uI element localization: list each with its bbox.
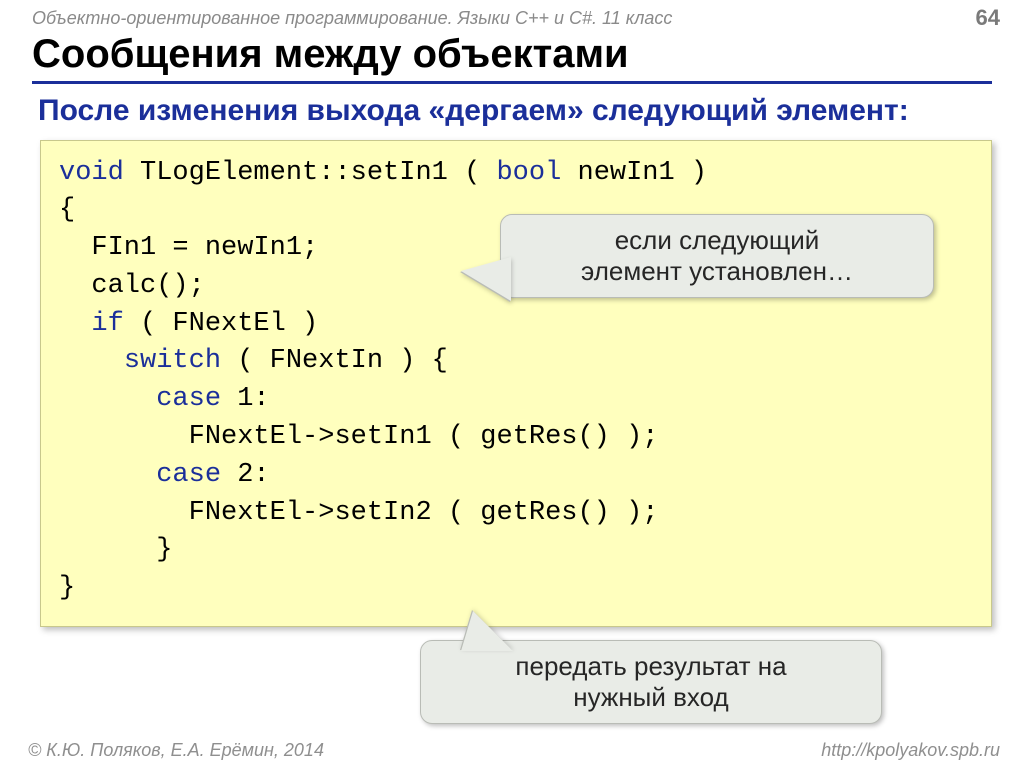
- code-indent: [59, 460, 156, 490]
- page-number: 64: [976, 5, 1000, 31]
- code-line: FNextEl->setIn1 ( getRes() );: [59, 422, 659, 452]
- footer-bar: © К.Ю. Поляков, Е.А. Ерёмин, 2014 http:/…: [0, 740, 1024, 761]
- slide-subtitle: После изменения выхода «дергаем» следующ…: [38, 92, 992, 130]
- code-box: void TLogElement::setIn1 ( bool newIn1 )…: [40, 140, 992, 628]
- callout-line: элемент установлен…: [581, 256, 853, 286]
- code-text: 1:: [221, 384, 270, 414]
- code-text: TLogElement::setIn1 (: [124, 158, 497, 188]
- callout-line: передать результат на: [515, 651, 786, 681]
- keyword-bool: bool: [496, 158, 561, 188]
- code-line: FNextEl->setIn2 ( getRes() );: [59, 498, 659, 528]
- code-indent: [59, 384, 156, 414]
- keyword-case: case: [156, 460, 221, 490]
- code-line: calc();: [59, 271, 205, 301]
- callout-line: если следующий: [615, 225, 820, 255]
- code-line: {: [59, 195, 75, 225]
- callout-tail-icon: [461, 257, 511, 301]
- code-line: FIn1 = newIn1;: [59, 233, 318, 263]
- course-title: Объектно-ориентированное программировани…: [32, 8, 672, 29]
- callout-pass-result: передать результат на нужный вход: [420, 640, 882, 724]
- keyword-if: if: [91, 309, 123, 339]
- code-line: }: [59, 535, 172, 565]
- copyright-text: © К.Ю. Поляков, Е.А. Ерёмин, 2014: [28, 740, 324, 761]
- code-text: newIn1 ): [561, 158, 707, 188]
- slide-title: Сообщения между объектами: [32, 32, 992, 84]
- code-indent: [59, 309, 91, 339]
- keyword-void: void: [59, 158, 124, 188]
- header-bar: Объектно-ориентированное программировани…: [0, 0, 1024, 32]
- code-text: ( FNextIn ) {: [221, 346, 448, 376]
- code-text: ( FNextEl ): [124, 309, 318, 339]
- callout-tail-icon: [461, 611, 513, 651]
- code-line: }: [59, 573, 75, 603]
- callout-line: нужный вход: [573, 682, 728, 712]
- callout-next-element: если следующий элемент установлен…: [500, 214, 934, 298]
- keyword-case: case: [156, 384, 221, 414]
- code-text: 2:: [221, 460, 270, 490]
- footer-url: http://kpolyakov.spb.ru: [821, 740, 1000, 761]
- keyword-switch: switch: [124, 346, 221, 376]
- code-indent: [59, 346, 124, 376]
